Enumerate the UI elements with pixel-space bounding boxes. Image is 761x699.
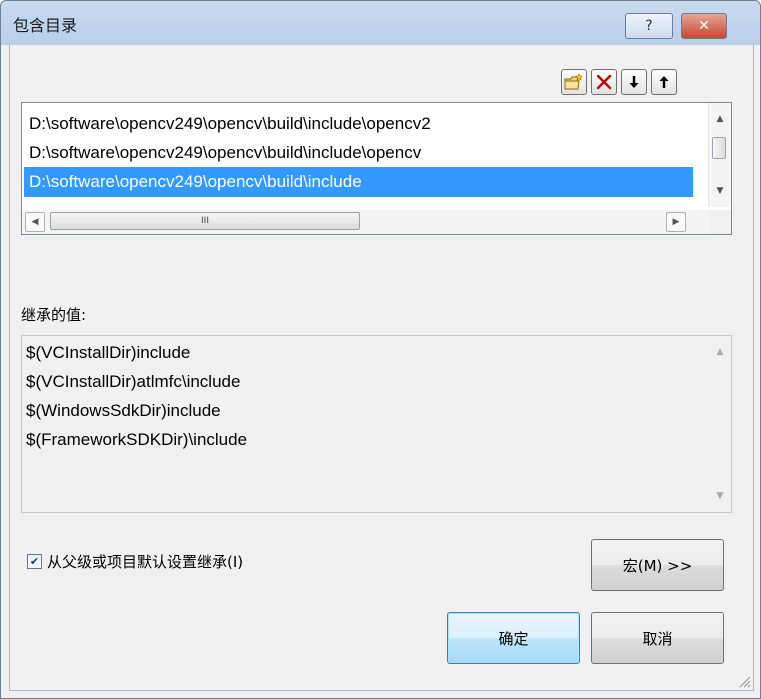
new-line-button[interactable] <box>561 69 587 95</box>
cancel-button[interactable]: 取消 <box>591 612 724 664</box>
move-up-button[interactable] <box>651 69 677 95</box>
inherited-line: $(FrameworkSDKDir)\include <box>26 430 248 449</box>
inherited-scrollbar[interactable]: ▲ ▼ <box>709 336 731 512</box>
move-up-icon <box>659 76 669 88</box>
inherited-line: $(WindowsSdkDir)include <box>26 401 221 420</box>
dialog-window: 包含目录 ? ✕ D:\software\opencv249\opencv\bu… <box>0 0 761 699</box>
scroll-up-arrow-icon[interactable]: ▲ <box>710 109 730 129</box>
scroll-down-arrow-icon[interactable]: ▼ <box>710 486 730 506</box>
close-icon: ✕ <box>698 18 710 34</box>
directory-list[interactable]: D:\software\opencv249\opencv\build\inclu… <box>21 102 732 235</box>
delete-icon <box>596 74 612 90</box>
inherit-checkbox-label[interactable]: 从父级或项目默认设置继承(I) <box>47 551 243 572</box>
list-horizontal-scrollbar[interactable]: ◀ III ▶ <box>22 210 709 234</box>
dialog-client-area: D:\software\opencv249\opencv\build\inclu… <box>9 45 754 691</box>
close-button[interactable]: ✕ <box>681 13 727 39</box>
inherited-line: $(VCInstallDir)atlmfc\include <box>26 372 241 391</box>
inherited-values-box: $(VCInstallDir)include $(VCInstallDir)at… <box>21 335 732 513</box>
inherit-checkbox[interactable]: ✔ <box>27 554 42 569</box>
scroll-thumb[interactable] <box>712 137 726 159</box>
move-down-button[interactable] <box>621 69 647 95</box>
scroll-left-arrow-icon[interactable]: ◀ <box>25 212 45 232</box>
scroll-thumb-horizontal[interactable]: III <box>50 212 360 230</box>
list-item-selected[interactable]: D:\software\opencv249\opencv\build\inclu… <box>24 167 693 197</box>
title-bar[interactable]: 包含目录 ? ✕ <box>1 1 760 45</box>
checkmark-icon: ✔ <box>29 555 40 568</box>
inherited-line: $(VCInstallDir)include <box>26 343 191 362</box>
new-folder-icon <box>564 73 583 90</box>
macros-button[interactable]: 宏(M) >> <box>591 539 724 591</box>
scrollbar-corner <box>709 210 731 234</box>
list-item[interactable]: D:\software\opencv249\opencv\build\inclu… <box>24 109 693 139</box>
resize-grip-icon[interactable] <box>737 674 751 688</box>
inherited-values-label: 继承的值: <box>21 306 87 324</box>
help-button[interactable]: ? <box>625 13 673 39</box>
ok-button[interactable]: 确定 <box>447 612 580 664</box>
list-vertical-scrollbar[interactable]: ▲ ▼ <box>708 103 731 207</box>
scroll-up-arrow-icon[interactable]: ▲ <box>710 342 730 362</box>
scroll-down-arrow-icon[interactable]: ▼ <box>710 181 730 201</box>
delete-line-button[interactable] <box>591 69 617 95</box>
list-item[interactable]: D:\software\opencv249\opencv\build\inclu… <box>24 138 693 168</box>
scroll-right-arrow-icon[interactable]: ▶ <box>666 212 686 232</box>
move-down-icon <box>629 76 639 88</box>
window-title: 包含目录 <box>13 16 78 35</box>
